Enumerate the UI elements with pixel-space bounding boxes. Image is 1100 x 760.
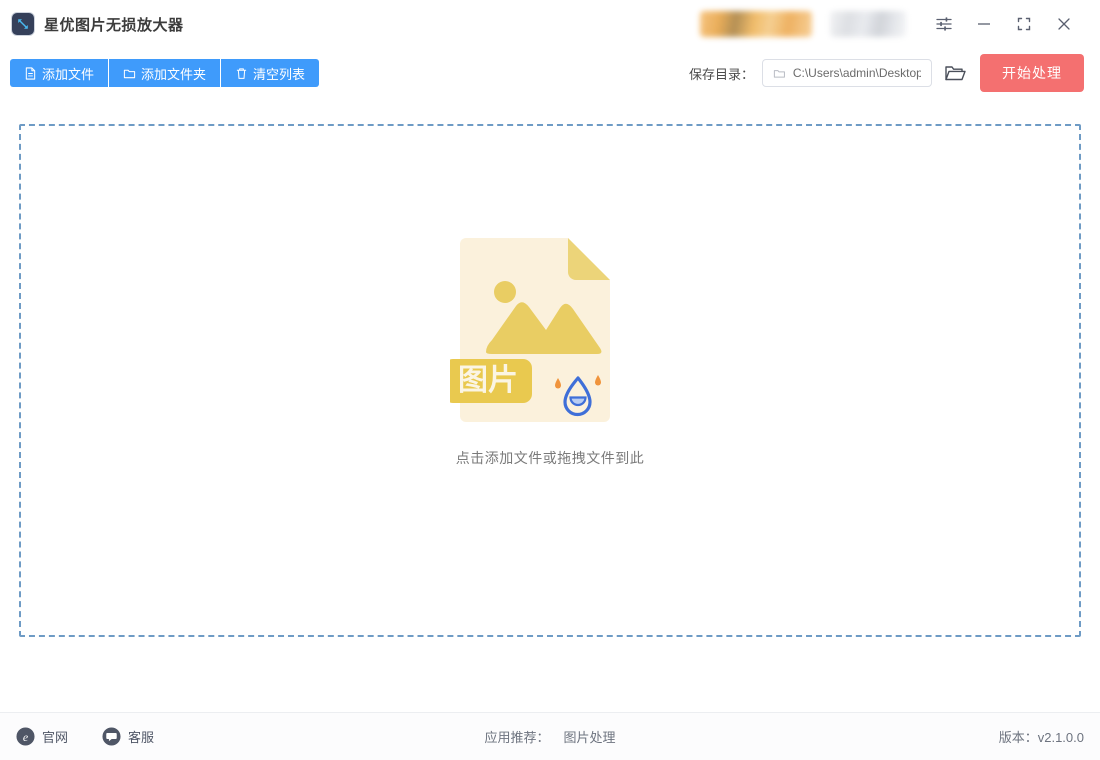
footer-bar: e 官网 客服 应用推荐： 图片处理 版本：v2.1.0.0 xyxy=(0,712,1100,760)
app-recommendation: 应用推荐： 图片处理 xyxy=(484,727,615,746)
title-bar-right xyxy=(700,0,1100,48)
file-drop-zone[interactable]: 图片 点击添加文件或拖拽文件到此 xyxy=(19,124,1081,637)
toolbar: 添加文件 添加文件夹 清空列表 保存目录： C:\Users\admin\Des… xyxy=(0,48,1100,98)
folder-icon xyxy=(773,69,785,78)
close-icon xyxy=(1058,18,1070,30)
folder-icon xyxy=(123,69,136,78)
clear-list-button[interactable]: 清空列表 xyxy=(221,59,319,87)
redacted-badge-orange xyxy=(700,11,812,37)
save-dir-input[interactable]: C:\Users\admin\Desktop xyxy=(762,59,932,87)
minimize-icon xyxy=(978,23,990,25)
chat-bubble-icon xyxy=(102,727,121,746)
svg-text:e: e xyxy=(23,730,28,744)
start-process-button[interactable]: 开始处理 xyxy=(980,54,1084,92)
browse-folder-button[interactable] xyxy=(940,59,970,87)
toolbar-right: 保存目录： C:\Users\admin\Desktop 开始处理 xyxy=(689,54,1084,92)
settings-sliders-icon xyxy=(936,17,952,31)
add-folder-button[interactable]: 添加文件夹 xyxy=(109,59,222,87)
official-site-label: 官网 xyxy=(42,730,69,745)
empty-state-illustration: 图片 xyxy=(444,230,650,430)
file-action-button-group: 添加文件 添加文件夹 清空列表 xyxy=(10,59,320,87)
customer-service-link[interactable]: 客服 xyxy=(102,727,154,746)
maximize-button[interactable] xyxy=(1004,4,1044,44)
resize-arrows-icon xyxy=(18,19,28,29)
add-file-label: 添加文件 xyxy=(42,66,95,82)
title-bar: 星优图片无损放大器 xyxy=(0,0,1100,48)
recommend-item-image-processing[interactable]: 图片处理 xyxy=(564,727,616,746)
save-dir-label: 保存目录： xyxy=(688,66,754,82)
save-dir-value: C:\Users\admin\Desktop xyxy=(792,66,921,80)
add-folder-label: 添加文件夹 xyxy=(141,66,207,82)
add-file-button[interactable]: 添加文件 xyxy=(10,59,110,87)
clear-list-label: 清空列表 xyxy=(253,66,306,82)
app-icon xyxy=(12,13,34,35)
maximize-icon xyxy=(1017,17,1031,31)
version-label: 版本：v2.1.0.0 xyxy=(998,730,1084,745)
trash-icon xyxy=(236,67,247,79)
close-button[interactable] xyxy=(1044,4,1084,44)
official-site-link[interactable]: e 官网 xyxy=(16,727,68,746)
redacted-badge-gray xyxy=(830,11,906,37)
file-icon xyxy=(25,66,36,80)
drop-zone-hint: 点击添加文件或拖拽文件到此 xyxy=(455,450,645,466)
image-document-icon: 图片 xyxy=(444,238,610,422)
page-title: 星优图片无损放大器 xyxy=(44,16,184,34)
customer-service-label: 客服 xyxy=(128,730,155,745)
recommend-label: 应用推荐： xyxy=(484,730,550,745)
open-folder-icon xyxy=(945,66,966,81)
badge-label: 图片 xyxy=(458,364,518,397)
browser-e-icon: e xyxy=(16,727,35,746)
minimize-button[interactable] xyxy=(964,4,1004,44)
sun-shape xyxy=(494,281,516,303)
settings-button[interactable] xyxy=(924,4,964,44)
